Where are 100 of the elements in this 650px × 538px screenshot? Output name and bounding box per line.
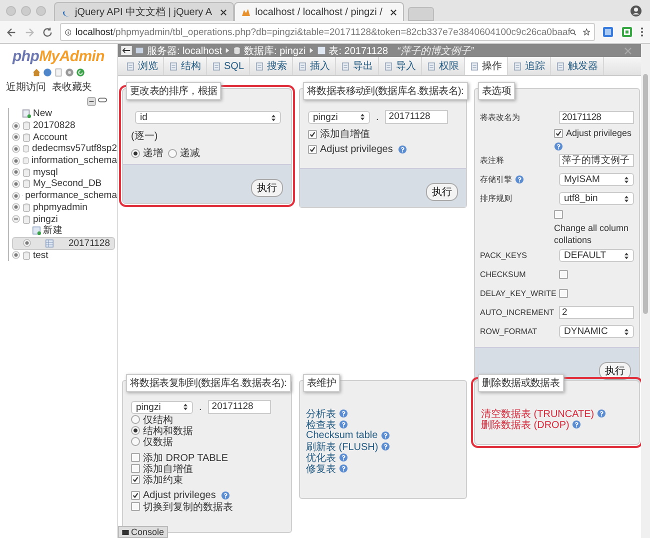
tree-item[interactable]: Account <box>33 132 68 143</box>
action-link[interactable]: Checksum table <box>306 430 378 441</box>
help-icon[interactable] <box>381 442 390 451</box>
expand-icon[interactable] <box>12 144 20 153</box>
extension-icon[interactable] <box>602 26 614 38</box>
dropdown[interactable]: DEFAULT <box>559 249 634 262</box>
radio-button[interactable] <box>131 426 140 435</box>
tab[interactable]: 搜索 <box>250 57 294 75</box>
collapse-all-icon[interactable] <box>87 97 96 106</box>
refresh-icon[interactable] <box>76 68 85 77</box>
page-icon[interactable] <box>54 68 63 77</box>
tab[interactable]: 导出 <box>336 57 380 75</box>
go-button[interactable]: 执行 <box>426 183 458 201</box>
dropdown[interactable]: pingzi <box>308 110 370 124</box>
close-icon[interactable] <box>390 8 398 16</box>
scrollbar[interactable] <box>641 44 650 538</box>
expand-icon[interactable] <box>12 122 20 130</box>
dropdown[interactable]: utf8_bin <box>559 192 634 205</box>
checkbox[interactable] <box>554 210 563 219</box>
tree-item[interactable]: test <box>33 250 48 261</box>
tree-item[interactable]: pingzi <box>33 214 58 225</box>
action-link[interactable]: 修复表 <box>306 462 336 476</box>
close-icon[interactable] <box>220 8 228 16</box>
help-icon[interactable] <box>339 453 348 462</box>
menu-icon[interactable] <box>640 26 644 38</box>
radio-button[interactable] <box>168 148 177 158</box>
sidebar-tab[interactable]: 表收藏夹 <box>52 80 92 94</box>
input-field[interactable]: 萍子的博文例子 <box>559 154 634 167</box>
input-field[interactable]: 20171128 <box>559 111 634 124</box>
breadcrumb-link[interactable]: 数据库: pingzi <box>244 44 306 58</box>
tree-item[interactable]: My_Second_DB <box>33 178 102 190</box>
console-tab[interactable]: Console <box>118 526 168 538</box>
dropdown[interactable]: MyISAM <box>559 173 634 186</box>
tab[interactable]: 追踪 <box>508 57 552 75</box>
tree-item[interactable]: information_schema <box>31 155 117 166</box>
breadcrumb-link[interactable]: 表: 20171128 <box>328 44 388 58</box>
dropdown[interactable]: pingzi <box>131 400 193 414</box>
go-button[interactable]: 执行 <box>251 179 283 197</box>
action-link[interactable]: 分析表 <box>306 406 336 420</box>
expand-icon[interactable] <box>12 156 20 165</box>
sidebar-tab[interactable]: 近期访问 <box>6 80 46 94</box>
profile-icon[interactable] <box>630 4 642 16</box>
tree-item[interactable]: 20170828 <box>33 120 76 132</box>
help-icon[interactable] <box>398 145 407 154</box>
table-name-field[interactable]: 20171128 <box>384 110 448 124</box>
help-icon[interactable] <box>380 431 390 440</box>
dropdown[interactable]: id <box>135 111 281 124</box>
tab[interactable]: 导入 <box>379 57 422 75</box>
expand-icon[interactable] <box>12 180 20 188</box>
checkbox[interactable] <box>308 145 317 154</box>
help-icon[interactable] <box>220 491 230 500</box>
address-field[interactable]: localhost/phpmyadmin/tbl_operations.php?db=pingzi&table=20171128&token=82cb337e7e3840604100c9c26ca0baaf <box>60 23 595 41</box>
checkbox[interactable] <box>131 475 140 484</box>
settings-icon[interactable] <box>65 68 74 77</box>
tree-item[interactable]: phpmyadmin <box>33 202 88 213</box>
browser-tab[interactable]: localhost / localhost / pingzi / <box>234 2 404 21</box>
home-icon[interactable] <box>32 68 41 77</box>
reload-icon[interactable] <box>42 26 53 38</box>
back-icon[interactable] <box>6 26 17 38</box>
extension-icon[interactable] <box>621 26 633 38</box>
expand-icon[interactable] <box>23 239 31 248</box>
checkbox[interactable] <box>554 129 563 138</box>
breadcrumb-link[interactable]: 服务器: localhost <box>147 44 222 58</box>
input-field[interactable]: 2 <box>559 306 634 319</box>
radio-button[interactable] <box>131 148 140 158</box>
tab[interactable]: 操作 <box>465 57 508 75</box>
back-icon[interactable] <box>121 46 132 55</box>
radio-button[interactable] <box>131 437 140 446</box>
action-link[interactable]: 删除数据表 (DROP) <box>481 418 570 432</box>
help-icon[interactable] <box>597 409 606 418</box>
action-link[interactable]: 检查表 <box>306 418 336 432</box>
link-icon[interactable] <box>98 97 107 103</box>
tree-item[interactable]: New <box>33 108 52 120</box>
expand-icon[interactable] <box>12 203 20 212</box>
checkbox[interactable] <box>131 464 140 473</box>
help-icon[interactable] <box>515 175 524 184</box>
tab[interactable]: 插入 <box>293 57 336 75</box>
action-link[interactable]: 优化表 <box>306 450 336 464</box>
forward-icon[interactable] <box>24 26 35 38</box>
expand-icon[interactable] <box>12 192 20 200</box>
collapse-icon[interactable] <box>12 215 20 224</box>
help-icon[interactable] <box>572 420 582 429</box>
help-icon[interactable] <box>554 142 563 151</box>
tree-item[interactable]: performance_schema <box>25 190 117 202</box>
expand-icon[interactable] <box>12 251 20 260</box>
help-icon[interactable] <box>339 464 348 473</box>
dropdown[interactable]: DYNAMIC <box>559 325 634 338</box>
logo[interactable]: phpMyAdmin <box>0 48 117 65</box>
checkbox[interactable] <box>559 289 568 298</box>
help-icon[interactable] <box>339 409 348 418</box>
tab[interactable]: 浏览 <box>121 57 164 75</box>
tree-item[interactable]: mysql <box>33 166 58 178</box>
action-link[interactable]: 刷新表 (FLUSH) <box>306 440 378 454</box>
search-icon[interactable] <box>570 28 577 36</box>
star-icon[interactable] <box>582 27 590 37</box>
tree-item[interactable]: dedecmsv57utf8sp2 <box>32 143 117 154</box>
expand-icon[interactable] <box>12 133 20 142</box>
radio-button[interactable] <box>131 415 140 424</box>
tab[interactable]: 触发器 <box>551 57 604 75</box>
table-name-field[interactable]: 20171128 <box>208 400 271 414</box>
